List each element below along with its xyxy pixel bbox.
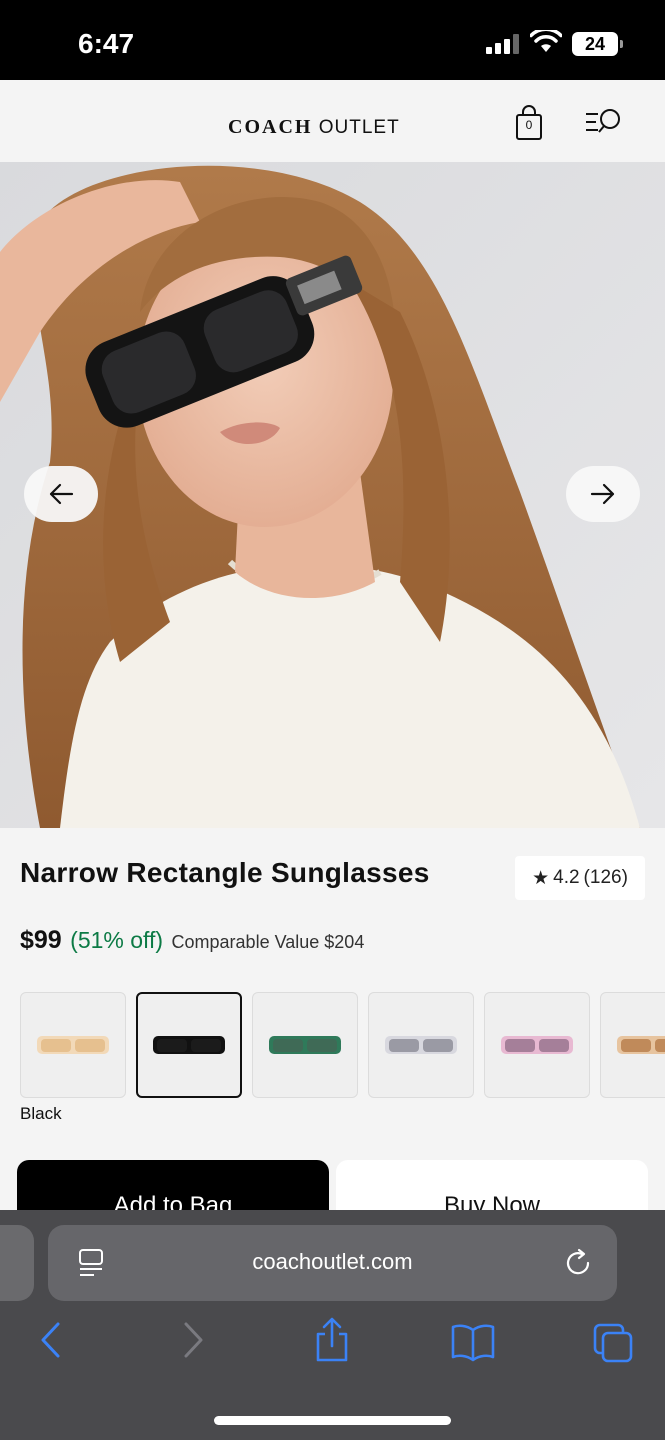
product-title: Narrow Rectangle Sunglasses [20, 857, 430, 888]
wifi-icon [530, 30, 562, 52]
site-header: COACH OUTLET 0 [0, 80, 665, 162]
logo-suffix: OUTLET [318, 117, 400, 138]
shopping-bag-button[interactable]: 0 [512, 104, 546, 142]
product-page: 6:47 24 COACH OUTLET 0 Narrow Rectangle … [0, 0, 665, 1440]
home-indicator[interactable] [214, 1416, 451, 1425]
sunglasses-thumbnail-icon [385, 1036, 457, 1054]
bookmarks-icon[interactable] [450, 1322, 496, 1362]
browser-toolbar: coachoutlet.com [0, 1210, 665, 1440]
bag-count: 0 [525, 118, 533, 132]
color-swatch[interactable] [20, 992, 126, 1098]
battery-indicator: 24 [572, 32, 618, 56]
rating-value: 4.2 [553, 867, 580, 888]
previous-image-button[interactable] [24, 466, 98, 522]
address-bar[interactable]: coachoutlet.com [48, 1225, 617, 1301]
product-hero-image [0, 162, 665, 828]
arrow-left-icon [49, 483, 74, 505]
reload-icon[interactable] [564, 1247, 594, 1279]
forward-icon[interactable] [182, 1320, 206, 1360]
star-icon: ★ [532, 867, 550, 889]
selected-color-label: Black [20, 1104, 62, 1123]
arrow-right-icon [590, 483, 615, 505]
color-swatch[interactable] [136, 992, 242, 1098]
logo-brand: COACH [228, 116, 313, 138]
discount-percent: (51% off) [70, 927, 164, 953]
review-count: (126) [583, 867, 628, 888]
color-swatch[interactable] [600, 992, 665, 1098]
status-time: 6:47 [78, 28, 135, 59]
rating-badge[interactable]: ★ 4.2 (126) [515, 856, 645, 900]
color-swatch[interactable] [484, 992, 590, 1098]
sunglasses-thumbnail-icon [617, 1036, 665, 1054]
tabs-icon[interactable] [592, 1322, 634, 1364]
color-swatches [20, 992, 665, 1100]
next-image-button[interactable] [566, 466, 640, 522]
cellular-signal-icon [486, 34, 520, 54]
status-bar: 6:47 24 [0, 0, 665, 80]
menu-search-button[interactable] [582, 106, 626, 138]
menu-search-icon [586, 109, 620, 133]
previous-tab-peek[interactable] [0, 1225, 34, 1301]
coach-outlet-logo[interactable]: COACH OUTLET [228, 116, 400, 139]
url-text: coachoutlet.com [252, 1249, 413, 1274]
sunglasses-thumbnail-icon [269, 1036, 341, 1054]
color-swatch[interactable] [252, 992, 358, 1098]
price-row: $99 (51% off) Comparable Value $204 [20, 926, 364, 955]
sunglasses-thumbnail-icon [37, 1036, 109, 1054]
sunglasses-thumbnail-icon [153, 1036, 225, 1054]
sunglasses-thumbnail-icon [501, 1036, 573, 1054]
battery-nub [620, 40, 623, 48]
share-icon[interactable] [312, 1316, 352, 1364]
sale-price: $99 [20, 926, 62, 954]
back-icon[interactable] [38, 1320, 62, 1360]
color-swatch[interactable] [368, 992, 474, 1098]
comparable-value: Comparable Value $204 [171, 932, 365, 952]
